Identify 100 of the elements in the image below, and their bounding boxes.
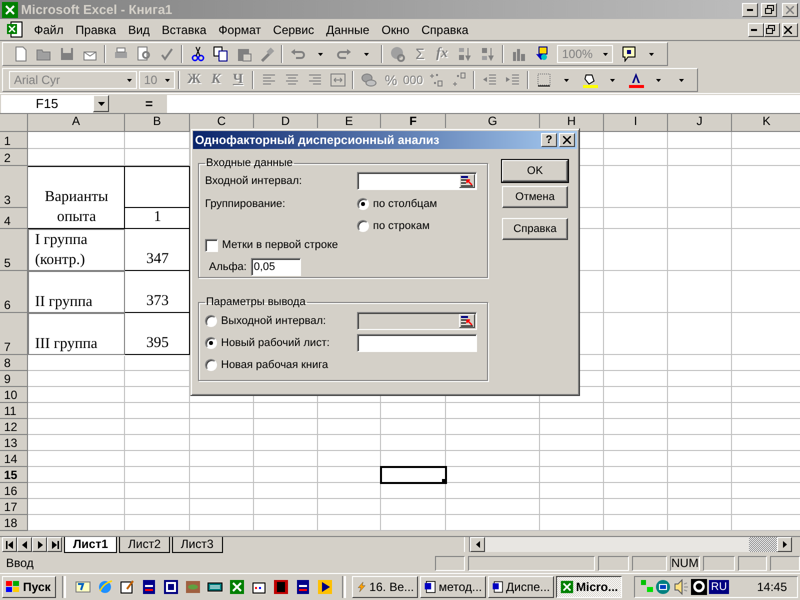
column-header[interactable]: K	[732, 114, 800, 132]
sort-descending-icon[interactable]	[480, 46, 496, 62]
option-label[interactable]: Новый рабочий лист:	[221, 337, 330, 349]
formula-input[interactable]	[167, 94, 800, 112]
redo-icon[interactable]	[336, 46, 352, 62]
taskbar-button[interactable]: Диспе...	[488, 576, 554, 598]
radio-button[interactable]	[205, 358, 217, 370]
radio-button[interactable]	[205, 315, 217, 327]
checkbox-label[interactable]: Метки в первой строке	[222, 239, 338, 251]
clipboard-icon[interactable]	[236, 46, 252, 62]
column-header[interactable]: A	[28, 114, 125, 132]
row-header[interactable]: 13	[0, 435, 28, 451]
input-field[interactable]	[357, 172, 477, 190]
notepad-icon[interactable]	[119, 579, 135, 595]
menu-item[interactable]: Вид	[122, 22, 156, 36]
copy-icon[interactable]	[212, 46, 228, 62]
row-header[interactable]: 18	[0, 515, 28, 531]
option-label[interactable]: Выходной интервал:	[221, 315, 326, 327]
sheet-tab[interactable]: Лист2	[119, 537, 170, 553]
option-label[interactable]: по строкам	[373, 220, 430, 232]
restore-button[interactable]	[764, 22, 780, 36]
row-header[interactable]: 5	[0, 229, 28, 271]
bar-chart-icon[interactable]	[510, 46, 526, 62]
dropdown-arrow-icon[interactable]	[364, 52, 369, 56]
menu-item[interactable]: Вставка	[156, 22, 212, 36]
dropdown-arrow-icon[interactable]	[649, 52, 654, 56]
input-field[interactable]	[357, 334, 477, 352]
excel-icon[interactable]	[229, 579, 245, 595]
taskbar-button[interactable]: Micro...	[556, 576, 622, 598]
close-button[interactable]	[559, 133, 575, 147]
minimize-button[interactable]	[742, 2, 758, 16]
row-header[interactable]: 7	[0, 313, 28, 355]
row-header[interactable]: 3	[0, 166, 28, 208]
workbook-icon[interactable]	[6, 20, 24, 38]
close-icon[interactable]	[563, 136, 571, 144]
right-arrow-icon[interactable]	[782, 541, 786, 548]
framed-square-icon[interactable]	[273, 579, 289, 595]
dialog-button[interactable]: Отмена	[502, 186, 568, 208]
sort-ascending-icon[interactable]	[456, 46, 472, 62]
sheet-nav-button[interactable]	[2, 537, 17, 552]
close-button[interactable]	[782, 22, 798, 36]
dialog-button[interactable]: OK	[502, 160, 568, 182]
dropdown-arrow-icon[interactable]	[679, 78, 684, 82]
arrow-icon[interactable]	[50, 540, 58, 548]
new-document-icon[interactable]	[12, 46, 28, 62]
checkbox[interactable]	[205, 238, 218, 252]
increase-decimal-icon[interactable]	[428, 72, 444, 88]
undo-icon[interactable]	[290, 46, 306, 62]
globe-link-icon[interactable]	[390, 46, 406, 62]
dropdown-arrow-icon[interactable]	[318, 52, 323, 56]
browser-icon[interactable]	[97, 579, 113, 595]
drawing-tools-icon[interactable]	[534, 46, 550, 62]
ring-icon[interactable]	[691, 579, 707, 595]
close-button[interactable]	[782, 2, 798, 16]
sheet-tab[interactable]: Лист1	[64, 537, 118, 553]
menu-item[interactable]: Файл	[28, 22, 70, 36]
restore-icon[interactable]	[764, 5, 774, 14]
row-header[interactable]: 11	[0, 403, 28, 419]
row-header[interactable]: 8	[0, 355, 28, 371]
lightning-icon[interactable]	[356, 579, 368, 595]
font-color-icon[interactable]	[628, 72, 644, 88]
menu-item[interactable]: Справка	[415, 22, 474, 36]
menu-item[interactable]: Данные	[320, 22, 376, 36]
option-label[interactable]: Новая рабочая книга	[221, 358, 328, 370]
radio-button[interactable]	[357, 198, 369, 210]
row-header[interactable]: 12	[0, 419, 28, 435]
checkmark-icon[interactable]	[158, 46, 174, 62]
menu-item[interactable]: Окно	[375, 22, 416, 36]
minimize-icon[interactable]	[751, 28, 757, 30]
merge-cells-icon[interactable]	[330, 72, 346, 88]
language-indicator[interactable]: RU	[709, 580, 729, 594]
dropdown-arrow-icon[interactable]	[98, 102, 104, 106]
start-button[interactable]: Пуск	[2, 576, 56, 598]
menu-item[interactable]: Сервис	[267, 22, 320, 36]
coins-icon[interactable]	[360, 72, 376, 88]
excel-icon[interactable]	[560, 579, 574, 595]
arrow-icon[interactable]	[6, 540, 14, 548]
row-header[interactable]: 4	[0, 208, 28, 229]
radio-button[interactable]	[205, 337, 217, 349]
dropdown-arrow-icon[interactable]	[165, 78, 170, 82]
dropdown-arrow-icon[interactable]	[127, 78, 132, 82]
taskbar-button[interactable]: метод...	[420, 576, 486, 598]
dropdown-arrow-icon[interactable]	[603, 52, 608, 56]
sheet-nav-button[interactable]	[32, 537, 47, 552]
help-bubble-icon[interactable]	[620, 46, 636, 62]
print-preview-icon[interactable]	[136, 46, 152, 62]
option-label[interactable]: по столбцам	[373, 198, 438, 210]
row-header[interactable]: 17	[0, 499, 28, 515]
alpha-field[interactable]: 0,05	[250, 258, 301, 276]
minimize-button[interactable]	[748, 22, 764, 36]
dropdown-arrow-icon[interactable]	[564, 78, 569, 82]
left-arrow-icon[interactable]	[476, 541, 480, 548]
minimize-icon[interactable]	[747, 8, 753, 10]
word-icon[interactable]	[163, 579, 179, 595]
dialog-button[interactable]: Справка	[502, 218, 568, 240]
row-header[interactable]: 2	[0, 149, 28, 166]
windows-flag-icon[interactable]	[5, 580, 21, 594]
name-box-dropdown[interactable]	[93, 95, 109, 112]
eye-picture-icon[interactable]	[185, 579, 201, 595]
row-header[interactable]: 14	[0, 451, 28, 467]
